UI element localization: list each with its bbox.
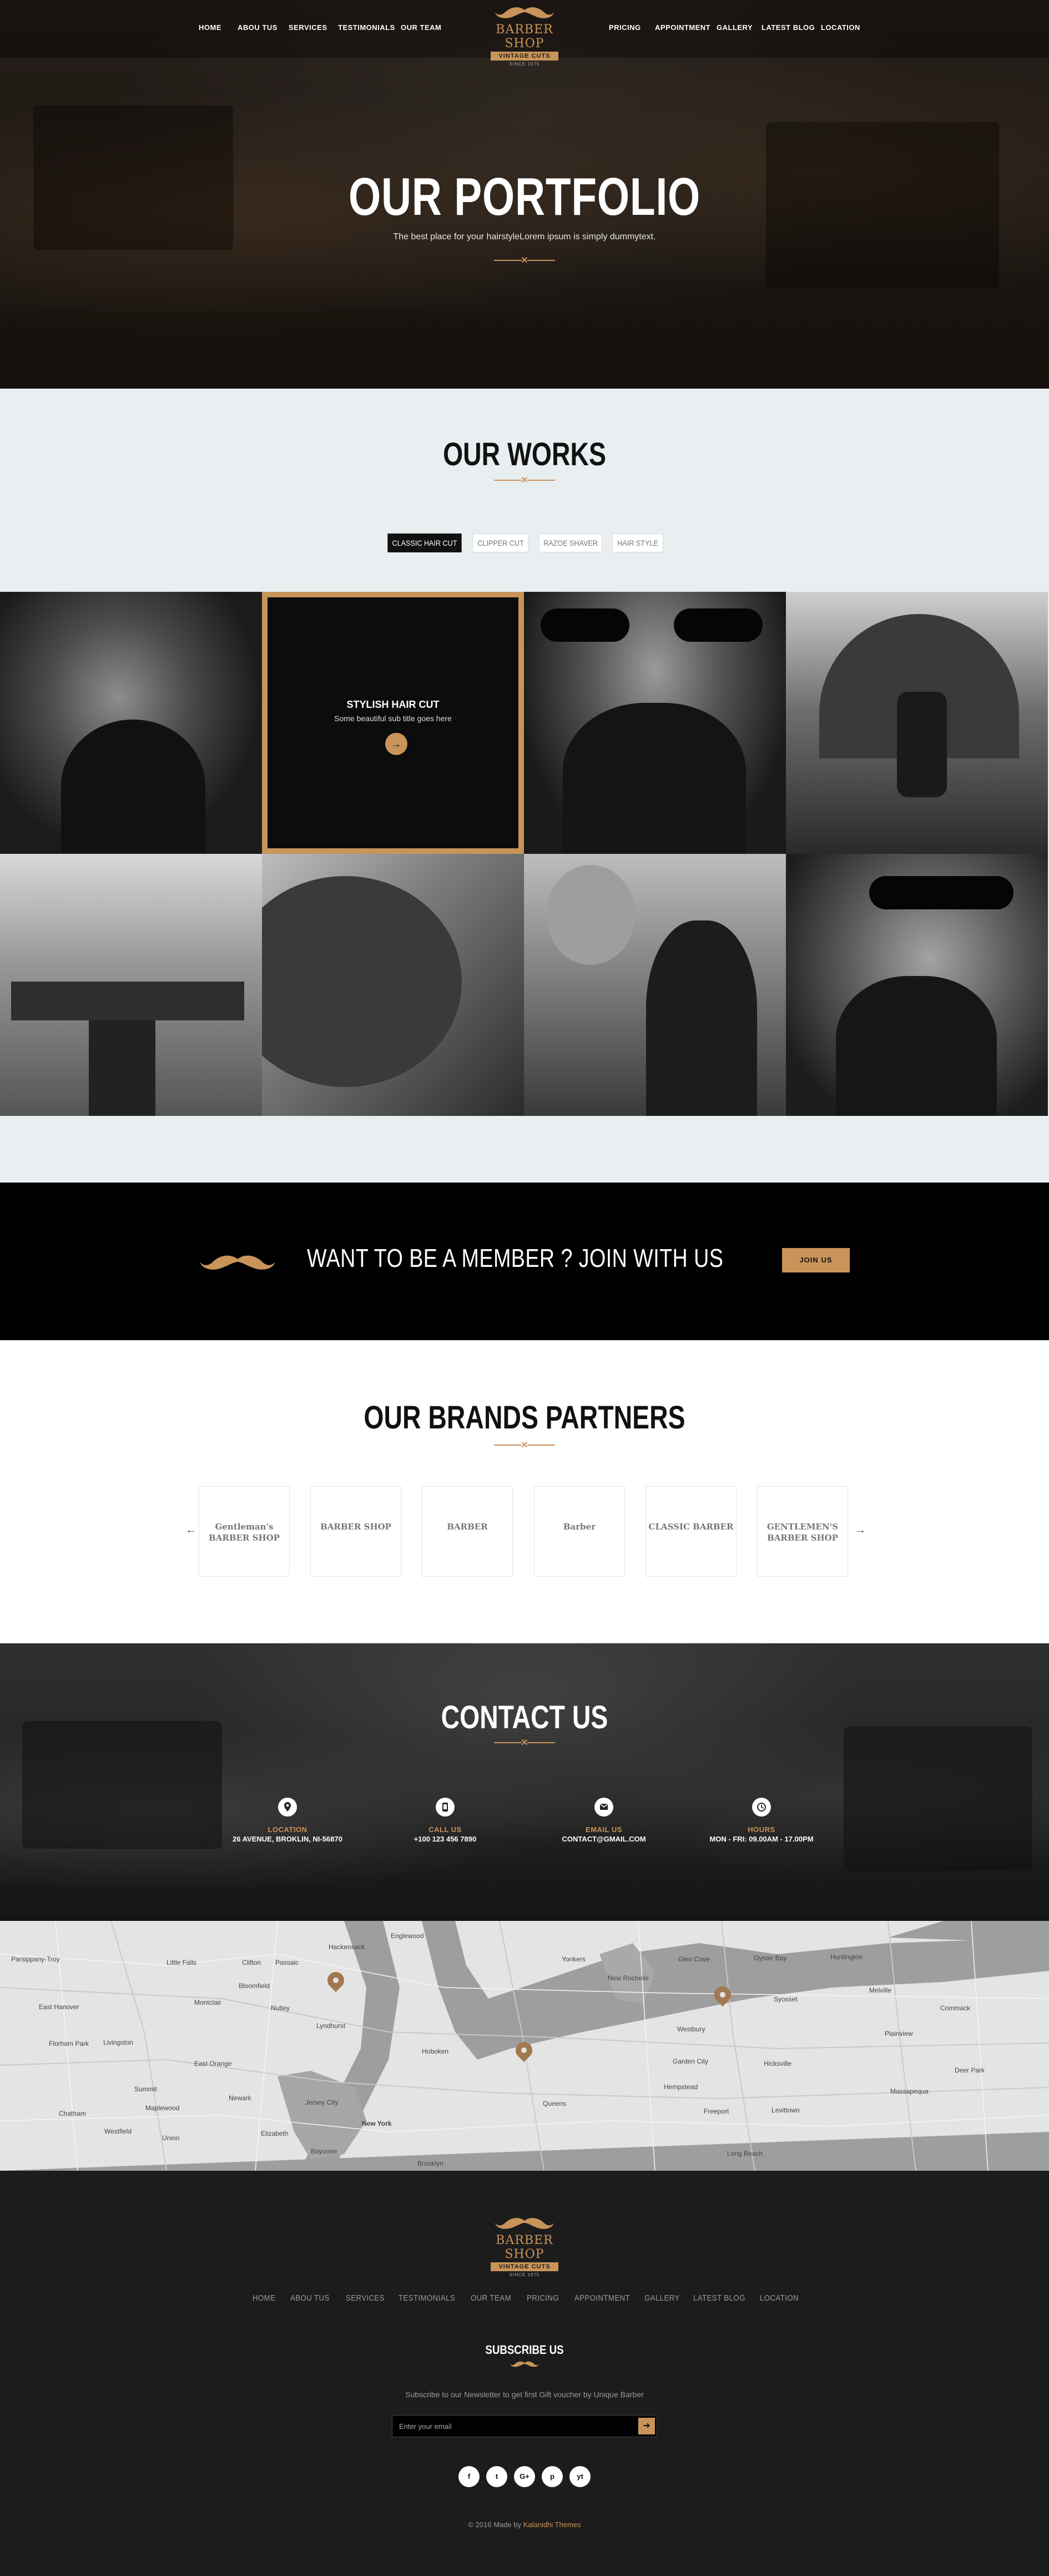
footer-logo-name: BARBER SHOP bbox=[496, 2233, 553, 2261]
mustache-icon bbox=[495, 7, 554, 18]
portfolio-item[interactable] bbox=[0, 592, 262, 854]
contact-title: CONTACT US bbox=[441, 1699, 608, 1735]
tab-hair-style[interactable]: HAIR STYLE bbox=[612, 534, 663, 552]
arrow-right-icon[interactable]: → bbox=[385, 733, 407, 755]
portfolio-item-subtitle: Some beautiful sub title goes here bbox=[334, 714, 452, 723]
page-subtitle: The best place for your hairstyleLorem i… bbox=[393, 232, 656, 242]
twitter-icon[interactable]: t bbox=[486, 2466, 507, 2487]
footer-nav-services[interactable]: SERVICES bbox=[346, 2293, 385, 2303]
footer-nav-pricing[interactable]: PRICING bbox=[527, 2293, 559, 2303]
contact-section bbox=[0, 1643, 1049, 1921]
brand-logo[interactable]: Barber bbox=[534, 1486, 625, 1577]
location-map[interactable]: Parsippany-Troy Little Falls Clifton Pas… bbox=[0, 1921, 1049, 2171]
portfolio-item[interactable] bbox=[524, 854, 786, 1116]
footer-nav-location[interactable]: LOCATION bbox=[760, 2293, 799, 2303]
clock-icon bbox=[752, 1798, 771, 1817]
join-us-button[interactable]: JOIN US bbox=[782, 1248, 850, 1272]
portfolio-item[interactable] bbox=[786, 854, 1048, 1116]
works-title: OUR WORKS bbox=[443, 436, 606, 472]
footer-nav-testimonials[interactable]: TESTIMONIALS bbox=[399, 2293, 455, 2303]
title-divider: ✕ bbox=[494, 256, 555, 265]
nav-services[interactable]: SERVICES bbox=[289, 23, 327, 32]
footer-nav-gallery[interactable]: GALLERY bbox=[644, 2293, 680, 2303]
member-heading: WANT TO BE A MEMBER ? JOIN WITH US bbox=[307, 1244, 724, 1272]
footer-nav-home[interactable]: HOME bbox=[253, 2293, 275, 2303]
mustache-icon bbox=[510, 2361, 539, 2367]
contact-location: LOCATION 26 AVENUE, BROKLIN, NI-56870 bbox=[226, 1798, 349, 1843]
mustache-icon bbox=[495, 2218, 554, 2229]
brand-logo[interactable]: CLASSIC BARBER bbox=[645, 1486, 737, 1577]
tab-clipper-cut[interactable]: CLIPPER CUT bbox=[472, 534, 529, 552]
map-pin-icon bbox=[278, 1798, 297, 1817]
footer-nav-latest-blog[interactable]: LATEST BLOG bbox=[693, 2293, 745, 2303]
carousel-next-icon[interactable]: → bbox=[855, 1524, 866, 1537]
subscribe-text: Subscribe to our Newsletter to get first… bbox=[405, 2390, 644, 2399]
brand-logo[interactable]: GENTLEMEN'S BARBER SHOP bbox=[757, 1486, 848, 1577]
brands-divider: ✕ bbox=[494, 1441, 555, 1450]
nav-home[interactable]: HOME bbox=[199, 23, 221, 32]
portfolio-item[interactable] bbox=[262, 854, 524, 1116]
facebook-icon[interactable]: f bbox=[458, 2466, 480, 2487]
copyright-link[interactable]: Kalanidhi Themes bbox=[523, 2520, 581, 2529]
pinterest-icon[interactable]: p bbox=[542, 2466, 563, 2487]
nav-our-team[interactable]: OUR TEAM bbox=[401, 23, 441, 32]
nav-testimonials[interactable]: TESTIMONIALS bbox=[338, 23, 395, 32]
nav-pricing[interactable]: PRICING bbox=[609, 23, 641, 32]
youtube-icon[interactable]: yt bbox=[569, 2466, 591, 2487]
portfolio-item-title: STYLISH HAIR CUT bbox=[346, 699, 440, 710]
brands-section bbox=[0, 1340, 1049, 1643]
page-title: OUR PORTFOLIO bbox=[348, 167, 701, 227]
portfolio-item-hover[interactable]: STYLISH HAIR CUT Some beautiful sub titl… bbox=[262, 592, 524, 854]
portfolio-item[interactable] bbox=[524, 592, 786, 854]
logo-tagline: SINCE 1975 bbox=[509, 62, 540, 67]
mustache-icon bbox=[200, 1255, 275, 1270]
brand-logo[interactable]: BARBER SHOP bbox=[310, 1486, 401, 1577]
subscribe-submit-button[interactable]: ➜ bbox=[638, 2418, 655, 2434]
tab-classic-hair-cut[interactable]: CLASSIC HAIR CUT bbox=[387, 534, 462, 552]
contact-email: EMAIL US CONTACT@GMAIL.COM bbox=[543, 1798, 665, 1843]
contact-divider: ✕ bbox=[494, 1738, 555, 1748]
footer-nav-appointment[interactable]: APPOINTMENT bbox=[574, 2293, 630, 2303]
logo-ribbon: VINTAGE CUTS bbox=[491, 52, 558, 61]
site-logo[interactable]: BARBER SHOP VINTAGE CUTS SINCE 1975 bbox=[475, 4, 574, 67]
brand-logo[interactable]: Gentleman's BARBER SHOP bbox=[199, 1486, 290, 1577]
copyright: © 2016 Made by Kalanidhi Themes bbox=[468, 2520, 581, 2529]
email-input[interactable] bbox=[392, 2416, 637, 2437]
footer-logo[interactable]: BARBER SHOP VINTAGE CUTS SINCE 1975 bbox=[475, 2215, 574, 2277]
logo-name: BARBER SHOP bbox=[496, 23, 553, 51]
brand-logo[interactable]: BARBER bbox=[422, 1486, 513, 1577]
portfolio-item[interactable] bbox=[0, 854, 262, 1116]
envelope-icon bbox=[594, 1798, 613, 1817]
portfolio-item[interactable] bbox=[786, 592, 1048, 854]
tab-razor-shaver[interactable]: RAZOE SHAVER bbox=[539, 534, 602, 552]
works-divider: ✕ bbox=[494, 476, 555, 485]
footer-logo-tagline: SINCE 1975 bbox=[509, 2272, 540, 2277]
carousel-prev-icon[interactable]: ← bbox=[185, 1524, 196, 1537]
contact-hours: HOURS MON - FRI: 09.00AM - 17.00PM bbox=[700, 1798, 823, 1843]
contact-phone: CALL US +100 123 456 7890 bbox=[384, 1798, 506, 1843]
nav-appointment[interactable]: APPOINTMENT bbox=[655, 23, 710, 32]
nav-location[interactable]: LOCATION bbox=[821, 23, 860, 32]
brands-title: OUR BRANDS PARTNERS bbox=[364, 1400, 685, 1436]
footer-nav-about[interactable]: ABOU TUS bbox=[290, 2293, 330, 2303]
google-plus-icon[interactable]: G+ bbox=[514, 2466, 535, 2487]
nav-latest-blog[interactable]: LATEST BLOG bbox=[761, 23, 815, 32]
subscribe-title: SUBSCRIBE US bbox=[485, 2343, 564, 2357]
footer-logo-ribbon: VINTAGE CUTS bbox=[491, 2262, 558, 2271]
phone-icon bbox=[436, 1798, 455, 1817]
nav-gallery[interactable]: GALLERY bbox=[717, 23, 753, 32]
subscribe-form: ➜ bbox=[392, 2415, 657, 2437]
nav-about[interactable]: ABOU TUS bbox=[238, 23, 278, 32]
footer-nav-our-team[interactable]: OUR TEAM bbox=[471, 2293, 511, 2303]
